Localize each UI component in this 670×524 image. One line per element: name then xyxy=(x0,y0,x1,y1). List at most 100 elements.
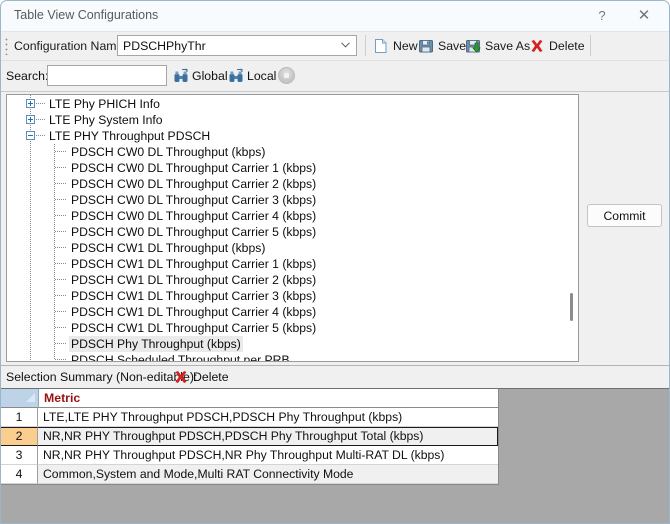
collapse-icon[interactable] xyxy=(26,131,35,140)
tree-item[interactable]: PDSCH Phy Throughput (kbps) xyxy=(7,336,564,352)
help-button[interactable]: ? xyxy=(581,1,623,30)
tree-item[interactable]: PDSCH CW1 DL Throughput Carrier 3 (kbps) xyxy=(7,288,564,304)
toolbar-separator-1 xyxy=(365,35,366,56)
row-number-cell[interactable]: 4 xyxy=(1,465,38,484)
tree-guide-line xyxy=(54,144,55,160)
toolbar-drag-handle[interactable] xyxy=(5,38,8,55)
tree-item-label: PDSCH CW0 DL Throughput Carrier 2 (kbps) xyxy=(71,177,317,191)
selection-summary-label: Selection Summary (Non-editable): xyxy=(6,370,198,384)
binoculars-local-icon xyxy=(228,67,244,84)
tree-item-label: PDSCH Scheduled Throughput per PRB xyxy=(71,353,290,361)
save-as-button-label: Save As xyxy=(485,39,531,53)
tree-item[interactable]: PDSCH CW0 DL Throughput Carrier 1 (kbps) xyxy=(7,160,564,176)
tree-guide-line xyxy=(54,288,55,304)
new-button-label: New xyxy=(393,39,418,53)
tree-item[interactable]: PDSCH CW1 DL Throughput Carrier 4 (kbps) xyxy=(7,304,564,320)
delete-cross-icon xyxy=(173,369,189,385)
tree-scrollbar-thumb[interactable] xyxy=(570,293,573,321)
stop-search-button[interactable] xyxy=(278,67,295,84)
expand-icon[interactable] xyxy=(26,99,35,108)
selection-summary-grid[interactable]: Metric 1 LTE,LTE PHY Throughput PDSCH,PDS… xyxy=(1,389,499,485)
tree-guide-line xyxy=(54,320,55,336)
tree-item-label: PDSCH CW0 DL Throughput Carrier 5 (kbps) xyxy=(71,225,317,239)
tree-item-label: LTE PHY Throughput PDSCH xyxy=(49,129,211,143)
tree-guide-line xyxy=(54,176,55,192)
tree-connector xyxy=(55,327,66,328)
expand-icon[interactable] xyxy=(26,115,35,124)
save-as-button[interactable]: Save As xyxy=(465,36,530,56)
table-row[interactable]: 4 Common,System and Mode,Multi RAT Connec… xyxy=(1,465,498,484)
table-row[interactable]: 2 NR,NR PHY Throughput PDSCH,PDSCH Phy Th… xyxy=(1,427,498,446)
metric-cell[interactable]: NR,NR PHY Throughput PDSCH,NR Phy Throug… xyxy=(38,446,498,465)
floppy-disk-save-icon xyxy=(418,38,434,54)
delete-button-label: Delete xyxy=(549,39,585,53)
local-search-button[interactable]: Local xyxy=(228,66,276,85)
tree-item[interactable]: PDSCH CW0 DL Throughput Carrier 5 (kbps) xyxy=(7,224,564,240)
tree-item[interactable]: PDSCH CW0 DL Throughput Carrier 2 (kbps) xyxy=(7,176,564,192)
tree-guide-line xyxy=(54,336,55,352)
summary-delete-button[interactable]: Delete xyxy=(173,369,229,385)
tree-item[interactable]: LTE Phy System Info xyxy=(7,112,564,128)
metric-cell[interactable]: LTE,LTE PHY Throughput PDSCH,PDSCH Phy T… xyxy=(38,408,498,427)
delete-cross-icon xyxy=(529,38,545,54)
tree-item[interactable]: PDSCH CW0 DL Throughput Carrier 4 (kbps) xyxy=(7,208,564,224)
tree-item-label: PDSCH Phy Throughput (kbps) xyxy=(69,336,243,352)
metric-cell[interactable]: Common,System and Mode,Multi RAT Connect… xyxy=(38,465,498,484)
global-search-label: Global xyxy=(192,68,228,83)
commit-button[interactable]: Commit xyxy=(587,204,662,227)
tree-connector xyxy=(55,151,66,152)
new-button[interactable]: New xyxy=(373,36,418,56)
table-row[interactable]: 1 LTE,LTE PHY Throughput PDSCH,PDSCH Phy … xyxy=(1,408,498,427)
tree-item[interactable]: PDSCH CW1 DL Throughput Carrier 5 (kbps) xyxy=(7,320,564,336)
tree-connector xyxy=(55,279,66,280)
tree-connector xyxy=(55,231,66,232)
tree-guide-line xyxy=(54,208,55,224)
tree-item-label: PDSCH CW0 DL Throughput Carrier 3 (kbps) xyxy=(71,193,317,207)
window-title: Table View Configurations xyxy=(14,8,159,22)
tree-connector xyxy=(55,199,66,200)
configuration-name-label: Configuration Name: xyxy=(14,39,127,53)
tree-guide-line xyxy=(54,352,55,360)
tree-item[interactable]: LTE PHY Throughput PDSCH xyxy=(7,128,564,144)
tree-connector xyxy=(55,215,66,216)
table-view-configurations-window: Table View Configurations ? ✕ Configurat… xyxy=(0,0,670,524)
tree-item-label: PDSCH CW1 DL Throughput Carrier 2 (kbps) xyxy=(71,273,317,287)
tree-item-label: PDSCH CW1 DL Throughput Carrier 1 (kbps) xyxy=(71,257,317,271)
configuration-name-value: PDSCHPhyThr xyxy=(123,39,206,53)
tree-item[interactable]: PDSCH CW1 DL Throughput Carrier 1 (kbps) xyxy=(7,256,564,272)
tree-item[interactable]: PDSCH CW1 DL Throughput (kbps) xyxy=(7,240,564,256)
close-button[interactable]: ✕ xyxy=(623,1,665,30)
search-row: Search: Global Local xyxy=(1,61,669,92)
configuration-name-combobox[interactable]: PDSCHPhyThr xyxy=(117,35,357,56)
row-number-cell[interactable]: 2 xyxy=(1,427,38,446)
tree-connector xyxy=(36,103,45,104)
row-number-cell[interactable]: 3 xyxy=(1,446,38,465)
delete-button[interactable]: Delete xyxy=(529,36,585,56)
tree-connector xyxy=(55,311,66,312)
save-button[interactable]: Save xyxy=(418,36,466,56)
new-document-icon xyxy=(373,38,389,54)
tree-item-label: PDSCH CW0 DL Throughput Carrier 4 (kbps) xyxy=(71,209,317,223)
tree-item-label: PDSCH CW1 DL Throughput Carrier 3 (kbps) xyxy=(71,289,317,303)
binoculars-global-icon xyxy=(173,67,189,84)
metric-cell[interactable]: NR,NR PHY Throughput PDSCH,PDSCH Phy Thr… xyxy=(38,427,498,446)
search-input[interactable] xyxy=(47,65,167,86)
tree-item-label: PDSCH CW0 DL Throughput (kbps) xyxy=(71,145,266,159)
tree-item[interactable]: PDSCH CW0 DL Throughput Carrier 3 (kbps) xyxy=(7,192,564,208)
global-search-button[interactable]: Global xyxy=(173,66,228,85)
tree-item[interactable]: LTE Phy PHICH Info xyxy=(7,96,564,112)
tree-scrollbar[interactable] xyxy=(564,95,578,361)
tree-item[interactable]: PDSCH CW0 DL Throughput (kbps) xyxy=(7,144,564,160)
metric-tree[interactable]: LTE Phy PHICH Info LTE Phy System Info LTE… xyxy=(7,95,564,361)
row-number-cell[interactable]: 1 xyxy=(1,408,38,427)
tree-guide-line xyxy=(54,160,55,176)
tree-item[interactable]: PDSCH Scheduled Throughput per PRB xyxy=(7,352,564,361)
metric-tree-panel: LTE Phy PHICH Info LTE Phy System Info LTE… xyxy=(6,94,579,362)
tree-item[interactable]: PDSCH CW1 DL Throughput Carrier 2 (kbps) xyxy=(7,272,564,288)
configuration-toolbar: Configuration Name: PDSCHPhyThr New Save… xyxy=(1,32,669,61)
tree-connector xyxy=(55,247,66,248)
grid-corner-cell[interactable] xyxy=(1,389,39,408)
table-row[interactable]: 3 NR,NR PHY Throughput PDSCH,NR Phy Throu… xyxy=(1,446,498,465)
save-as-icon xyxy=(465,38,481,54)
grid-header-metric[interactable]: Metric xyxy=(39,389,498,408)
